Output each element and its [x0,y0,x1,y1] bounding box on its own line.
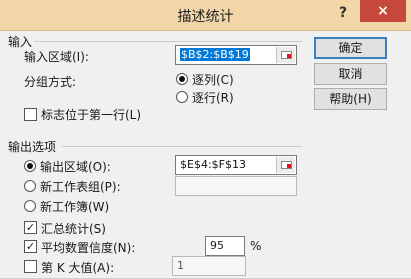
confidence-level-input[interactable]: 95 [205,236,245,256]
output-group-divider [62,146,302,147]
output-section-label: 输出选项 [8,140,57,154]
close-button[interactable]: × [360,0,406,22]
confidence-level-checkbox[interactable]: ✓ [24,240,37,253]
input-group-divider [34,41,302,42]
new-workbook-radio[interactable] [24,200,36,212]
kth-largest-label: 第 K 大值(A): [41,261,115,275]
collapse-dialog-icon[interactable] [276,47,295,63]
input-range-value: $B$2:$B$19 [180,48,250,61]
labels-first-row-label: 标志位于第一行(L) [41,108,142,122]
confidence-unit: % [250,239,262,253]
group-by-row-label: 逐行(R) [192,91,234,105]
summary-stats-checkbox[interactable]: ✓ [24,221,37,234]
group-by-row-radio[interactable] [176,91,188,103]
kth-largest-checkbox[interactable] [24,260,37,273]
ok-button[interactable]: 确定 [314,37,387,59]
confidence-level-label: 平均数置信度(N): [41,241,136,255]
new-sheet-label: 新工作表组(P): [40,180,121,194]
output-range-field[interactable]: $E$4:$F$13 [175,155,297,175]
new-sheet-name-field[interactable] [175,176,297,196]
kth-largest-input[interactable]: 1 [172,256,246,276]
title-bar: 描述统计 ? × [0,0,411,31]
help-icon[interactable]: ? [334,2,352,24]
help-button[interactable]: 帮助(H) [314,88,387,110]
new-workbook-label: 新工作簿(W) [40,200,110,214]
dialog-body: 输入 输入区域(I): $B$2:$B$19 分组方式: 逐列(C) 逐行(R)… [0,31,411,279]
new-sheet-radio[interactable] [24,180,36,192]
output-range-value: $E$4:$F$13 [180,158,246,171]
output-range-label: 输出区域(O): [40,160,111,174]
cancel-button[interactable]: 取消 [314,63,387,85]
group-by-column-label: 逐列(C) [192,73,234,87]
summary-stats-label: 汇总统计(S) [41,222,106,236]
input-range-field[interactable]: $B$2:$B$19 [175,45,297,65]
collapse-dialog-icon[interactable] [276,157,295,173]
input-range-label: 输入区域(I): [24,50,89,64]
group-by-column-radio[interactable] [176,73,188,85]
labels-first-row-checkbox[interactable] [24,108,37,121]
output-range-radio[interactable] [24,160,36,172]
group-by-label: 分组方式: [24,75,77,89]
